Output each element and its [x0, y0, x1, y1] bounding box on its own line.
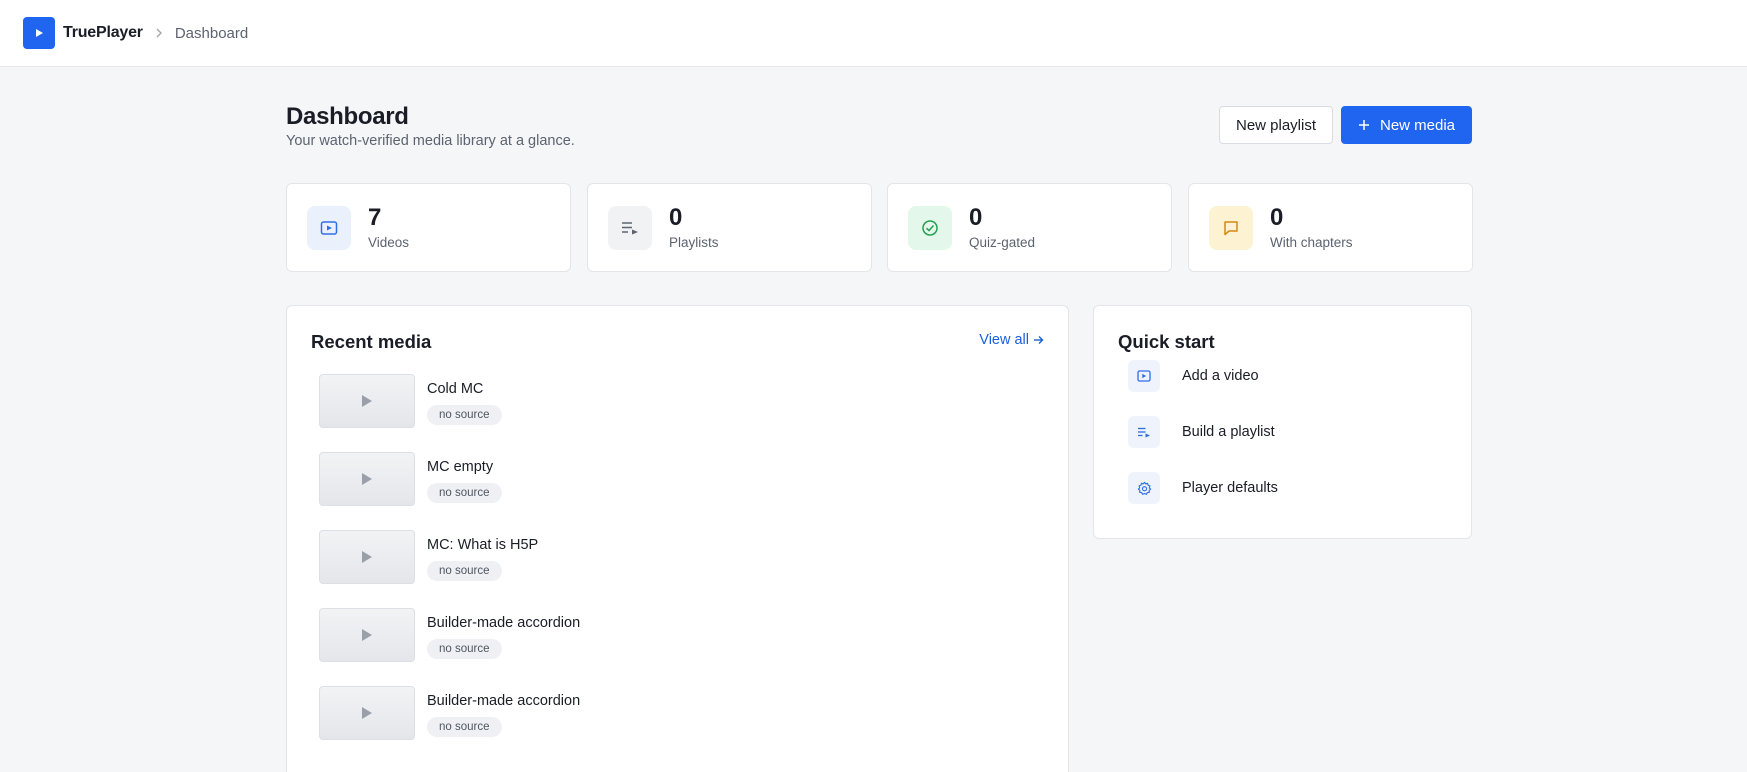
- quick-start-player-defaults[interactable]: Player defaults: [1128, 472, 1448, 504]
- status-badge: no source: [427, 717, 502, 737]
- recent-media-title: Recent media: [311, 331, 432, 352]
- quick-start-label: Build a playlist: [1182, 424, 1275, 440]
- stat-label: Quiz-gated: [969, 235, 1036, 250]
- play-icon: [362, 395, 372, 407]
- breadcrumb-current: Dashboard: [174, 24, 249, 42]
- media-list-item[interactable]: Cold MC no source: [319, 374, 1039, 428]
- quick-start-add-video[interactable]: Add a video: [1128, 360, 1448, 392]
- stat-label: Videos: [368, 235, 410, 250]
- quick-start-build-playlist[interactable]: Build a playlist: [1128, 416, 1448, 448]
- view-all-link[interactable]: View all: [979, 332, 1044, 348]
- top-bar: TruePlayer Dashboard: [0, 0, 1747, 67]
- logo[interactable]: [23, 17, 55, 49]
- page-title: Dashboard: [286, 103, 409, 130]
- media-title[interactable]: MC empty: [427, 459, 493, 475]
- media-thumbnail[interactable]: [319, 374, 415, 428]
- quick-start-label: Player defaults: [1182, 480, 1278, 496]
- new-playlist-button[interactable]: New playlist: [1219, 106, 1333, 144]
- stat-value: 0: [969, 204, 983, 231]
- media-title[interactable]: Cold MC: [427, 381, 483, 397]
- stat-value: 0: [1270, 204, 1284, 231]
- chat-bubble-icon: [1209, 206, 1253, 250]
- stat-value: 0: [669, 204, 683, 231]
- quick-start-panel: Quick start Add a video Build a playlist…: [1093, 305, 1472, 539]
- check-circle-icon: [908, 206, 952, 250]
- chevron-right-icon: [155, 28, 163, 38]
- new-playlist-label: New playlist: [1235, 116, 1317, 134]
- media-title[interactable]: Builder-made accordion: [427, 615, 580, 631]
- playlist-icon: [1128, 416, 1160, 448]
- status-badge: no source: [427, 483, 502, 503]
- quick-start-title: Quick start: [1118, 331, 1215, 352]
- page-subtitle: Your watch-verified media library at a g…: [286, 133, 575, 149]
- stat-label: Playlists: [669, 235, 719, 250]
- stat-card-with-chapters: 0 With chapters: [1188, 183, 1473, 272]
- media-thumbnail[interactable]: [319, 452, 415, 506]
- arrow-right-icon: [1033, 335, 1044, 345]
- quick-start-label: Add a video: [1182, 368, 1259, 384]
- status-badge: no source: [427, 561, 502, 581]
- play-icon: [362, 551, 372, 563]
- status-badge: no source: [427, 639, 502, 659]
- stat-value: 7: [368, 204, 382, 231]
- stat-card-quiz-gated: 0 Quiz-gated: [887, 183, 1172, 272]
- media-list-item[interactable]: MC: What is H5P no source: [319, 530, 1039, 584]
- media-list-item[interactable]: MC empty no source: [319, 452, 1039, 506]
- play-icon: [36, 29, 43, 37]
- media-list-item[interactable]: Builder-made accordion no source: [319, 686, 1039, 740]
- media-title[interactable]: MC: What is H5P: [427, 537, 538, 553]
- stat-card-videos: 7 Videos: [286, 183, 571, 272]
- status-badge: no source: [427, 405, 502, 425]
- media-thumbnail[interactable]: [319, 530, 415, 584]
- brand-name[interactable]: TruePlayer: [63, 24, 143, 42]
- recent-media-panel: Recent media View all Cold MC no source …: [286, 305, 1069, 772]
- media-title[interactable]: Builder-made accordion: [427, 693, 580, 709]
- stat-label: With chapters: [1270, 235, 1353, 250]
- gear-icon: [1128, 472, 1160, 504]
- media-thumbnail[interactable]: [319, 608, 415, 662]
- stat-card-playlists: 0 Playlists: [587, 183, 872, 272]
- play-icon: [362, 707, 372, 719]
- play-icon: [362, 473, 372, 485]
- media-thumbnail[interactable]: [319, 686, 415, 740]
- plus-icon: [1358, 119, 1370, 131]
- view-all-label: View all: [979, 332, 1029, 348]
- media-list-item[interactable]: Builder-made accordion no source: [319, 608, 1039, 662]
- new-media-label: New media: [1379, 116, 1456, 134]
- video-icon: [1128, 360, 1160, 392]
- play-icon: [362, 629, 372, 641]
- playlist-icon: [608, 206, 652, 250]
- video-icon: [307, 206, 351, 250]
- new-media-button[interactable]: New media: [1341, 106, 1472, 144]
